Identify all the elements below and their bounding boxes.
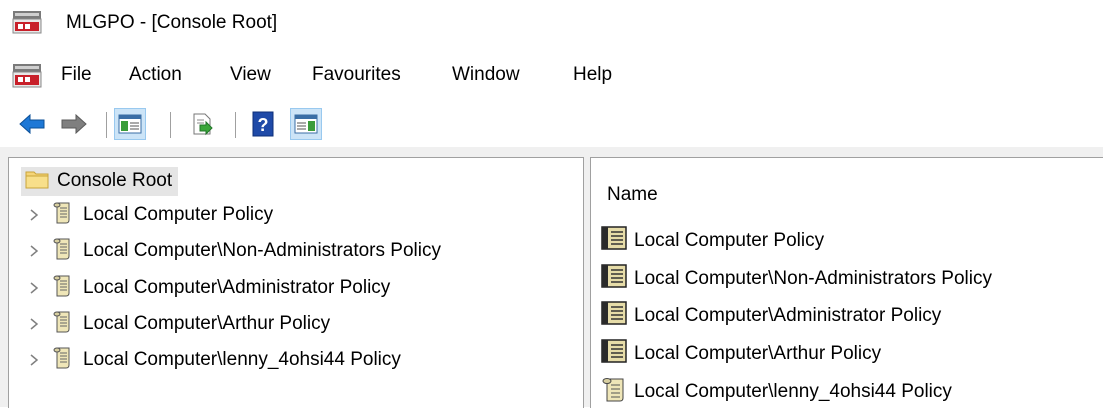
chevron-right-icon[interactable] [23,208,45,222]
policy-book-icon [601,263,631,295]
list-item-administrator-policy[interactable]: Local Computer\Administrator Policy [601,300,941,332]
title-bar: MLGPO - [Console Root] [0,0,1103,44]
tree-root-selection[interactable]: Console Root [21,166,179,196]
forward-arrow-icon[interactable] [58,108,90,140]
policy-scroll-icon [53,347,73,374]
policy-scroll-icon [53,238,73,265]
tree-item-label: Local Computer Policy [83,204,274,225]
toolbar-separator [235,112,236,138]
menu-action[interactable]: Action [129,64,182,86]
tree-item-administrator-policy[interactable]: Local Computer\Administrator Policy [23,273,390,303]
results-list-pane[interactable]: Name Local Computer Policy Local Compute… [590,157,1103,408]
chevron-right-icon[interactable] [23,244,45,258]
console-tree-pane[interactable]: Console Root Local Computer Policy Local… [8,157,584,408]
folder-icon [25,169,49,194]
policy-scroll-icon [53,275,73,302]
menu-help[interactable]: Help [573,64,612,86]
list-item-arthur-policy[interactable]: Local Computer\Arthur Policy [601,338,881,370]
policy-book-icon [601,225,631,257]
toolbar-separator [170,112,171,138]
menu-view[interactable]: View [230,64,271,86]
tree-item-label: Local Computer\Non-Administrators Policy [83,240,441,261]
tree-item-non-administrators-policy[interactable]: Local Computer\Non-Administrators Policy [23,236,441,266]
policy-book-icon [601,300,631,332]
system-menu-icon[interactable] [12,63,42,94]
chevron-right-icon[interactable] [23,281,45,295]
policy-scroll-icon [53,311,73,338]
column-header-name[interactable]: Name [607,184,658,206]
tree-item-lenny-policy[interactable]: Local Computer\lenny_4ohsi44 Policy [23,345,401,375]
menu-bar: File Action View Favourites Window Help [0,56,1103,96]
export-list-icon[interactable] [186,108,218,140]
toolbar: ? [0,104,1103,144]
list-item-label: Local Computer\Non-Administrators Policy [634,268,992,289]
window-title: MLGPO - [Console Root] [66,12,278,33]
list-item-lenny-policy[interactable]: Local Computer\lenny_4ohsi44 Policy [601,376,952,408]
list-item-non-administrators-policy[interactable]: Local Computer\Non-Administrators Policy [601,263,992,295]
back-arrow-icon[interactable] [16,108,48,140]
show-hide-action-pane-icon[interactable] [290,108,322,140]
list-item-label: Local Computer\Arthur Policy [634,343,882,364]
svg-text:?: ? [258,115,269,135]
tree-root-console-root[interactable]: Console Root [21,166,179,196]
menu-file[interactable]: File [61,64,92,86]
policy-scroll-icon [601,377,631,408]
list-item-local-computer-policy[interactable]: Local Computer Policy [601,225,824,257]
tree-item-label: Local Computer\lenny_4ohsi44 Policy [83,349,401,370]
mmc-app-icon[interactable] [12,10,42,39]
list-item-label: Local Computer Policy [634,230,825,251]
policy-book-icon [601,338,631,370]
toolbar-separator [106,112,107,138]
tree-item-local-computer-policy[interactable]: Local Computer Policy [23,200,273,230]
list-item-label: Local Computer\lenny_4ohsi44 Policy [634,381,952,402]
console-panes: Console Root Local Computer Policy Local… [0,147,1103,408]
policy-scroll-icon [53,202,73,229]
list-item-label: Local Computer\Administrator Policy [634,305,942,326]
help-icon[interactable]: ? [247,108,279,140]
tree-item-label: Local Computer\Administrator Policy [83,277,391,298]
tree-item-arthur-policy[interactable]: Local Computer\Arthur Policy [23,309,330,339]
show-hide-console-tree-icon[interactable] [114,108,146,140]
tree-root-label: Console Root [57,170,173,191]
chevron-right-icon[interactable] [23,353,45,367]
tree-item-label: Local Computer\Arthur Policy [83,313,331,334]
chevron-right-icon[interactable] [23,317,45,331]
menu-favourites[interactable]: Favourites [312,64,401,86]
menu-window[interactable]: Window [452,64,520,86]
